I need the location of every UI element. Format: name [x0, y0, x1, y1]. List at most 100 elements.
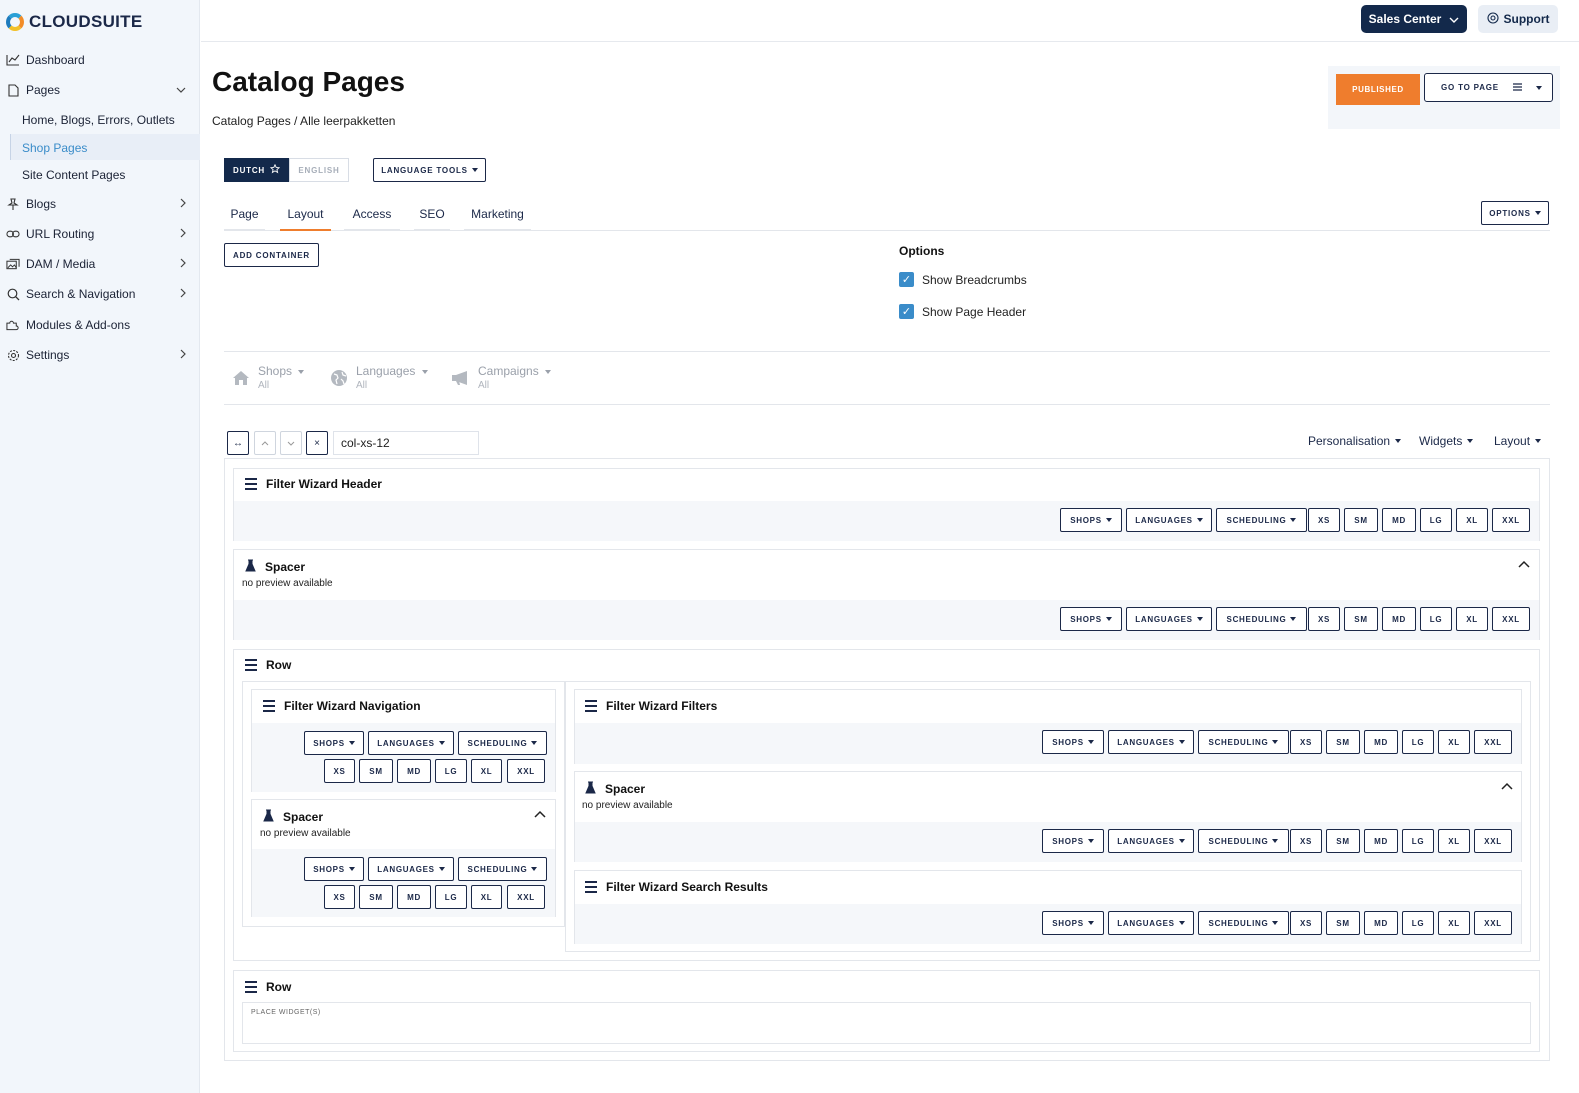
- tab-layout[interactable]: Layout: [280, 199, 331, 231]
- drag-handle-icon[interactable]: [245, 659, 257, 671]
- drag-handle-icon[interactable]: [263, 700, 275, 712]
- size-md-button[interactable]: MD: [1364, 911, 1398, 935]
- size-lg-button[interactable]: LG: [1402, 911, 1434, 935]
- scheduling-button[interactable]: SCHEDULING: [458, 857, 547, 881]
- move-down-button[interactable]: [280, 431, 302, 455]
- size-xs-button[interactable]: XS: [324, 885, 355, 909]
- size-md-button[interactable]: MD: [1382, 607, 1416, 631]
- scheduling-button[interactable]: SCHEDULING: [1198, 911, 1289, 935]
- sidebar-item-settings[interactable]: Settings: [0, 347, 200, 363]
- tab-marketing[interactable]: Marketing: [464, 199, 531, 231]
- size-xxl-button[interactable]: XXL: [507, 885, 545, 909]
- size-xl-button[interactable]: XL: [1456, 508, 1488, 532]
- support-button[interactable]: Support: [1478, 5, 1558, 33]
- languages-button[interactable]: LANGUAGES: [1108, 911, 1194, 935]
- column-class-input[interactable]: col-xs-12: [333, 431, 479, 455]
- size-sm-button[interactable]: SM: [359, 885, 393, 909]
- languages-button[interactable]: LANGUAGES: [1108, 730, 1194, 754]
- size-xxl-button[interactable]: XXL: [1474, 911, 1512, 935]
- size-lg-button[interactable]: LG: [1402, 730, 1434, 754]
- sidebar-item-pages[interactable]: Pages: [0, 82, 200, 98]
- size-xl-button[interactable]: XL: [1438, 911, 1470, 935]
- go-to-page-button[interactable]: GO TO PAGE: [1424, 73, 1553, 102]
- languages-button[interactable]: LANGUAGES: [368, 731, 454, 755]
- tab-page[interactable]: Page: [224, 199, 265, 231]
- sidebar-subitem-home-blogs[interactable]: Home, Blogs, Errors, Outlets: [22, 113, 175, 127]
- size-md-button[interactable]: MD: [1364, 829, 1398, 853]
- sidebar-subitem-shop-pages[interactable]: Shop Pages: [22, 141, 87, 155]
- resize-handle-button[interactable]: ↔: [227, 431, 249, 455]
- layout-dropdown[interactable]: Layout: [1494, 434, 1542, 448]
- drag-handle-icon[interactable]: [245, 478, 257, 490]
- breadcrumb[interactable]: Catalog Pages / Alle leerpakketten: [212, 114, 395, 128]
- size-lg-button[interactable]: LG: [435, 885, 467, 909]
- scheduling-button[interactable]: SCHEDULING: [1198, 829, 1289, 853]
- size-xl-button[interactable]: XL: [1438, 829, 1470, 853]
- move-up-button[interactable]: [254, 431, 276, 455]
- size-xs-button[interactable]: XS: [1290, 829, 1322, 853]
- size-xxl-button[interactable]: XXL: [1492, 607, 1530, 631]
- scheduling-button[interactable]: SCHEDULING: [1198, 730, 1289, 754]
- collapse-chevron-up-icon[interactable]: [1518, 560, 1532, 574]
- size-xxl-button[interactable]: XXL: [1474, 730, 1512, 754]
- shops-button[interactable]: SHOPS: [1042, 911, 1104, 935]
- size-xxl-button[interactable]: XXL: [1474, 829, 1512, 853]
- languages-button[interactable]: LANGUAGES: [368, 857, 454, 881]
- show-page-header-checkbox[interactable]: ✓: [899, 304, 914, 319]
- shops-button[interactable]: SHOPS: [1042, 730, 1104, 754]
- filter-languages[interactable]: Languages All: [329, 363, 429, 393]
- show-breadcrumbs-checkbox[interactable]: ✓: [899, 272, 914, 287]
- shops-button[interactable]: SHOPS: [1060, 607, 1122, 631]
- shops-button[interactable]: SHOPS: [304, 857, 364, 881]
- size-xs-button[interactable]: XS: [1290, 911, 1322, 935]
- scheduling-button[interactable]: SCHEDULING: [1216, 508, 1307, 532]
- scheduling-button[interactable]: SCHEDULING: [1216, 607, 1307, 631]
- sidebar-item-url-routing[interactable]: URL Routing: [0, 226, 200, 242]
- language-tools-button[interactable]: LANGUAGE TOOLS: [373, 158, 486, 182]
- size-sm-button[interactable]: SM: [1344, 607, 1378, 631]
- widgets-dropdown[interactable]: Widgets: [1419, 434, 1474, 448]
- sidebar-item-dam-media[interactable]: DAM / Media: [0, 256, 200, 272]
- place-widgets-dropzone[interactable]: PLACE WIDGET(S): [242, 1002, 1531, 1044]
- scheduling-button[interactable]: SCHEDULING: [458, 731, 547, 755]
- shops-button[interactable]: SHOPS: [304, 731, 364, 755]
- size-xs-button[interactable]: XS: [324, 759, 355, 783]
- sidebar-item-dashboard[interactable]: Dashboard: [0, 52, 200, 68]
- shops-button[interactable]: SHOPS: [1060, 508, 1122, 532]
- drag-handle-icon[interactable]: [585, 881, 597, 893]
- size-xl-button[interactable]: XL: [1456, 607, 1488, 631]
- size-xl-button[interactable]: XL: [471, 759, 502, 783]
- size-md-button[interactable]: MD: [397, 759, 431, 783]
- options-button[interactable]: OPTIONS: [1481, 201, 1549, 225]
- size-xl-button[interactable]: XL: [471, 885, 502, 909]
- remove-button[interactable]: ×: [306, 431, 328, 455]
- languages-button[interactable]: LANGUAGES: [1126, 508, 1212, 532]
- language-dutch-button[interactable]: DUTCH: [224, 158, 289, 182]
- size-md-button[interactable]: MD: [1382, 508, 1416, 532]
- filter-shops[interactable]: Shops All: [231, 363, 311, 393]
- sidebar-item-search-navigation[interactable]: Search & Navigation: [0, 286, 200, 302]
- personalisation-dropdown[interactable]: Personalisation: [1308, 434, 1402, 448]
- tab-access[interactable]: Access: [344, 199, 400, 231]
- size-sm-button[interactable]: SM: [1326, 911, 1360, 935]
- size-xs-button[interactable]: XS: [1308, 607, 1340, 631]
- size-md-button[interactable]: MD: [1364, 730, 1398, 754]
- size-lg-button[interactable]: LG: [1420, 607, 1452, 631]
- brand-logo[interactable]: CLOUDSUITE: [6, 12, 143, 32]
- languages-button[interactable]: LANGUAGES: [1108, 829, 1194, 853]
- collapse-chevron-up-icon[interactable]: [534, 810, 548, 824]
- size-lg-button[interactable]: LG: [435, 759, 467, 783]
- sidebar-item-modules[interactable]: Modules & Add-ons: [0, 317, 200, 333]
- size-lg-button[interactable]: LG: [1402, 829, 1434, 853]
- size-xxl-button[interactable]: XXL: [507, 759, 545, 783]
- collapse-chevron-up-icon[interactable]: [1501, 782, 1515, 796]
- size-sm-button[interactable]: SM: [1344, 508, 1378, 532]
- published-button[interactable]: PUBLISHED: [1336, 74, 1420, 105]
- size-md-button[interactable]: MD: [397, 885, 431, 909]
- language-english-button[interactable]: ENGLISH: [289, 158, 349, 182]
- sales-center-button[interactable]: Sales Center: [1361, 5, 1467, 33]
- sidebar-item-blogs[interactable]: Blogs: [0, 196, 200, 212]
- drag-handle-icon[interactable]: [585, 700, 597, 712]
- tab-seo[interactable]: SEO: [414, 199, 450, 231]
- size-sm-button[interactable]: SM: [1326, 730, 1360, 754]
